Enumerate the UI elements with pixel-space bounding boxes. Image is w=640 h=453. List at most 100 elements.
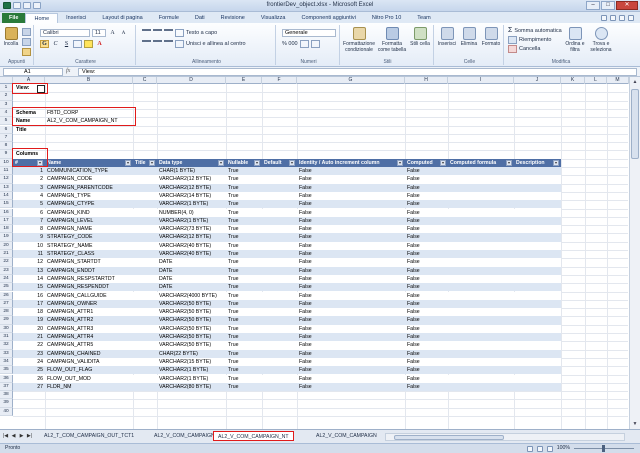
row-header[interactable]: 34: [0, 357, 13, 367]
column-header[interactable]: L: [585, 77, 607, 84]
table-cell[interactable]: 16: [13, 292, 43, 300]
table-cell[interactable]: FLDR_NM: [47, 383, 133, 391]
vertical-scroll-thumb[interactable]: [631, 89, 639, 159]
worksheet-grid[interactable]: A B C D E F G H I J K L M 1 2 3 4 5 6 7 8 9 10 11 1…: [0, 77, 640, 429]
table-cell[interactable]: CAMPAIGN_OWNER: [47, 300, 133, 308]
column-header[interactable]: B: [45, 77, 133, 84]
table-cell[interactable]: True: [228, 184, 262, 192]
table-cell[interactable]: True: [228, 217, 262, 225]
row-header[interactable]: 21: [0, 250, 13, 259]
table-header-cell[interactable]: Identity / Auto increment column: [297, 159, 405, 167]
row-header[interactable]: 6: [0, 125, 13, 134]
table-cell[interactable]: DATE: [159, 258, 226, 266]
table-cell[interactable]: VARCHAR2(50 BYTE): [159, 316, 226, 324]
table-cell[interactable]: False: [407, 300, 447, 308]
table-cell[interactable]: VARCHAR2(1 BYTE): [159, 375, 226, 383]
table-cell[interactable]: 5: [13, 200, 43, 208]
table-cell[interactable]: VARCHAR2(40 BYTE): [159, 250, 226, 258]
table-cell[interactable]: False: [407, 175, 447, 183]
table-cell[interactable]: 1: [13, 167, 43, 175]
table-cell[interactable]: CAMPAIGN_RESPENDDT: [47, 283, 133, 291]
table-cell[interactable]: False: [407, 250, 447, 258]
row-header[interactable]: 20: [0, 241, 13, 250]
table-cell[interactable]: False: [299, 350, 399, 358]
table-cell[interactable]: 6: [13, 209, 43, 217]
table-cell[interactable]: True: [228, 175, 262, 183]
table-cell[interactable]: False: [299, 358, 399, 366]
table-cell[interactable]: COMMUNICATION_TYPE: [47, 167, 133, 175]
normal-view-icon[interactable]: [526, 445, 533, 452]
table-cell[interactable]: False: [407, 333, 447, 341]
table-cell[interactable]: True: [228, 383, 262, 391]
underline-button[interactable]: S: [62, 40, 71, 48]
table-cell[interactable]: VARCHAR2(50 BYTE): [159, 341, 226, 349]
tab-home[interactable]: Home: [25, 13, 59, 23]
table-cell[interactable]: 10: [13, 242, 43, 250]
table-cell[interactable]: True: [228, 350, 262, 358]
table-cell[interactable]: 21: [13, 333, 43, 341]
row-header[interactable]: 15: [0, 200, 13, 209]
italic-button[interactable]: C: [51, 40, 60, 48]
table-cell[interactable]: False: [407, 350, 447, 358]
table-cell[interactable]: VARCHAR2(50 BYTE): [159, 300, 226, 308]
table-cell[interactable]: 26: [13, 375, 43, 383]
table-cell[interactable]: False: [299, 175, 399, 183]
table-cell[interactable]: CAMPAIGN_ENDDT: [47, 267, 133, 275]
table-cell[interactable]: False: [299, 192, 399, 200]
row-header[interactable]: 19: [0, 233, 13, 242]
row-header[interactable]: 31: [0, 333, 13, 342]
table-cell[interactable]: FLOW_OUT_FLAG: [47, 366, 133, 374]
row-header[interactable]: 12: [0, 175, 13, 184]
tab-file[interactable]: File: [2, 13, 26, 23]
copy-icon[interactable]: [22, 38, 31, 46]
table-cell[interactable]: False: [299, 375, 399, 383]
table-cell[interactable]: False: [407, 308, 447, 316]
tab-nitro[interactable]: Nitro Pro 10: [364, 13, 409, 23]
borders-icon[interactable]: [73, 40, 82, 48]
table-cell[interactable]: 18: [13, 308, 43, 316]
table-cell[interactable]: VARCHAR2(80 BYTE): [159, 383, 226, 391]
table-cell[interactable]: NUMBER(4, 0): [159, 209, 226, 217]
find-select-button[interactable]: Trova e seleziona: [588, 27, 614, 53]
table-cell[interactable]: False: [407, 217, 447, 225]
table-cell[interactable]: CAMPAIGN_PARENTCODE: [47, 184, 133, 192]
table-cell[interactable]: True: [228, 283, 262, 291]
table-cell[interactable]: False: [407, 283, 447, 291]
table-cell[interactable]: False: [299, 167, 399, 175]
filter-dropdown-icon[interactable]: ▾: [125, 159, 131, 166]
filter-dropdown-icon[interactable]: ▾: [149, 159, 155, 166]
minimize-button[interactable]: –: [586, 1, 600, 10]
table-cell[interactable]: 15: [13, 283, 43, 291]
prev-sheet-icon[interactable]: ◀: [10, 433, 17, 440]
table-cell[interactable]: False: [407, 366, 447, 374]
table-header-cell[interactable]: Data type: [157, 159, 226, 167]
restore-window-icon[interactable]: [619, 15, 625, 21]
table-cell[interactable]: True: [228, 258, 262, 266]
table-cell[interactable]: False: [407, 267, 447, 275]
table-cell[interactable]: VARCHAR2(50 BYTE): [159, 325, 226, 333]
bold-button[interactable]: G: [40, 40, 49, 48]
table-cell[interactable]: True: [228, 275, 262, 283]
column-header[interactable]: C: [133, 77, 157, 84]
table-header-cell[interactable]: Computed formula: [448, 159, 514, 167]
row-header[interactable]: 40: [0, 407, 13, 416]
row-header[interactable]: 36: [0, 374, 13, 383]
table-cell[interactable]: 17: [13, 300, 43, 308]
format-painter-icon[interactable]: [22, 48, 31, 56]
column-header[interactable]: F: [262, 77, 297, 84]
scroll-down-icon[interactable]: ▼: [631, 420, 639, 428]
grow-font-button[interactable]: A: [108, 29, 117, 37]
row-header[interactable]: 14: [0, 191, 13, 201]
table-cell[interactable]: False: [407, 341, 447, 349]
table-cell[interactable]: False: [407, 184, 447, 192]
table-cell[interactable]: CAMPAIGN_NAME: [47, 225, 133, 233]
insert-cells-button[interactable]: Inserisci: [436, 27, 458, 47]
table-cell[interactable]: VARCHAR2(73 BYTE): [159, 225, 226, 233]
row-header[interactable]: 30: [0, 324, 13, 333]
table-cell[interactable]: VARCHAR2(1 BYTE): [159, 200, 226, 208]
tab-data[interactable]: Dati: [187, 13, 213, 23]
table-cell[interactable]: True: [228, 308, 262, 316]
table-cell[interactable]: False: [299, 233, 399, 241]
filter-dropdown-icon[interactable]: ▾: [289, 159, 295, 166]
table-cell[interactable]: False: [299, 200, 399, 208]
